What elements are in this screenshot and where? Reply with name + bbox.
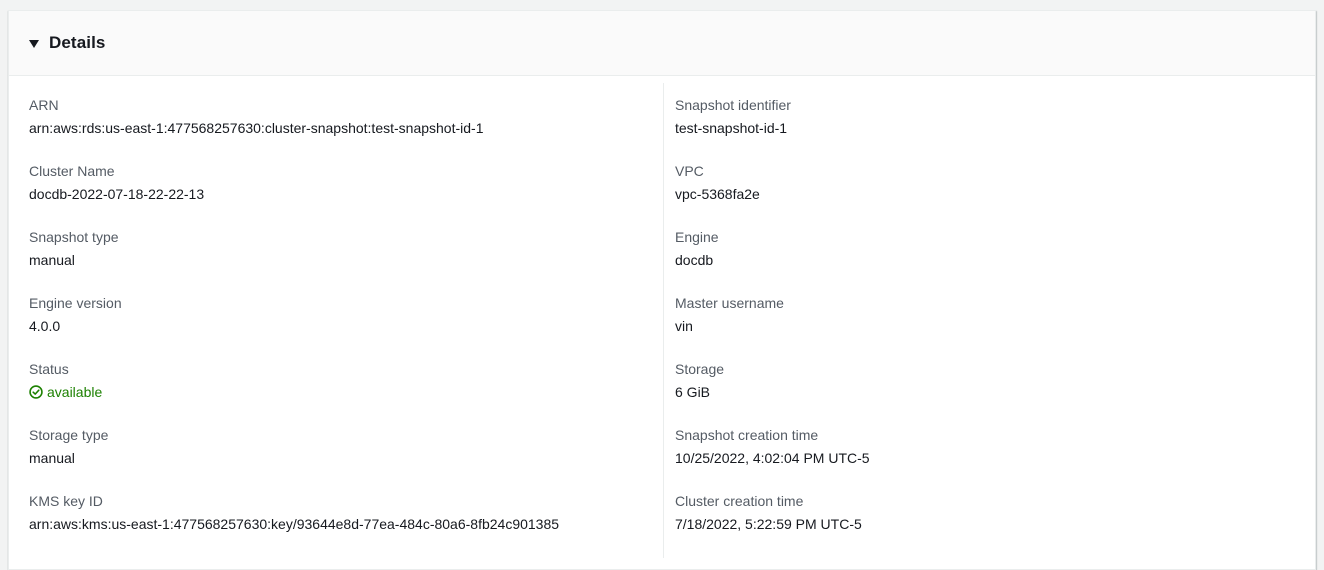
field-label: ARN xyxy=(29,97,59,113)
field-label: Snapshot creation time xyxy=(675,427,819,443)
field-value: 7/18/2022, 5:22:59 PM UTC-5 xyxy=(675,516,862,532)
field-master-username: Master username vin xyxy=(675,294,1315,360)
field-label: Storage type xyxy=(29,427,109,443)
field-label: Cluster creation time xyxy=(675,493,804,509)
field-vpc: VPC vpc-5368fa2e xyxy=(675,162,1315,228)
field-label: VPC xyxy=(675,163,704,179)
field-snapshot-creation-time: Snapshot creation time 10/25/2022, 4:02:… xyxy=(675,426,1315,492)
field-arn: ARN arn:aws:rds:us-east-1:477568257630:c… xyxy=(29,96,663,162)
field-label: Snapshot type xyxy=(29,229,119,245)
field-value: docdb-2022-07-18-22-22-13 xyxy=(29,186,205,202)
field-label: Engine xyxy=(675,229,719,245)
status-indicator: available xyxy=(29,383,663,401)
field-snapshot-type: Snapshot type manual xyxy=(29,228,663,294)
field-value: docdb xyxy=(675,252,714,268)
details-columns: ARN arn:aws:rds:us-east-1:477568257630:c… xyxy=(9,76,1315,558)
caret-down-icon[interactable] xyxy=(29,39,39,48)
field-storage: Storage 6 GiB xyxy=(675,360,1315,426)
field-label: Status xyxy=(29,361,69,377)
field-kms-key-id: KMS key ID arn:aws:kms:us-east-1:4775682… xyxy=(29,492,663,558)
field-storage-type: Storage type manual xyxy=(29,426,663,492)
status-text: available xyxy=(47,384,103,400)
panel-title: Details xyxy=(49,33,106,52)
details-panel: Details ARN arn:aws:rds:us-east-1:477568… xyxy=(8,10,1316,570)
field-value: manual xyxy=(29,450,75,466)
field-value: arn:aws:rds:us-east-1:477568257630:clust… xyxy=(29,120,484,136)
field-label: Snapshot identifier xyxy=(675,97,791,113)
details-panel-header[interactable]: Details xyxy=(9,11,1315,76)
field-status: Status available xyxy=(29,360,663,426)
field-label: Master username xyxy=(675,295,784,311)
field-value: vin xyxy=(675,318,693,334)
details-right-column: Snapshot identifier test-snapshot-id-1 V… xyxy=(663,83,1315,558)
field-label: Cluster Name xyxy=(29,163,115,179)
field-value: vpc-5368fa2e xyxy=(675,186,760,202)
field-value: 10/25/2022, 4:02:04 PM UTC-5 xyxy=(675,450,870,466)
field-engine-version: Engine version 4.0.0 xyxy=(29,294,663,360)
details-left-column: ARN arn:aws:rds:us-east-1:477568257630:c… xyxy=(9,76,663,558)
field-value: arn:aws:kms:us-east-1:477568257630:key/9… xyxy=(29,516,560,532)
status-success-icon xyxy=(29,385,43,399)
field-engine: Engine docdb xyxy=(675,228,1315,294)
field-value: 6 GiB xyxy=(675,384,711,400)
field-cluster-creation-time: Cluster creation time 7/18/2022, 5:22:59… xyxy=(675,492,1315,558)
field-value: test-snapshot-id-1 xyxy=(675,120,788,136)
field-value: 4.0.0 xyxy=(29,318,61,334)
field-cluster-name: Cluster Name docdb-2022-07-18-22-22-13 xyxy=(29,162,663,228)
field-label: Engine version xyxy=(29,295,122,311)
field-snapshot-identifier: Snapshot identifier test-snapshot-id-1 xyxy=(675,96,1315,162)
field-label: Storage xyxy=(675,361,725,377)
field-label: KMS key ID xyxy=(29,493,103,509)
field-value: manual xyxy=(29,252,75,268)
